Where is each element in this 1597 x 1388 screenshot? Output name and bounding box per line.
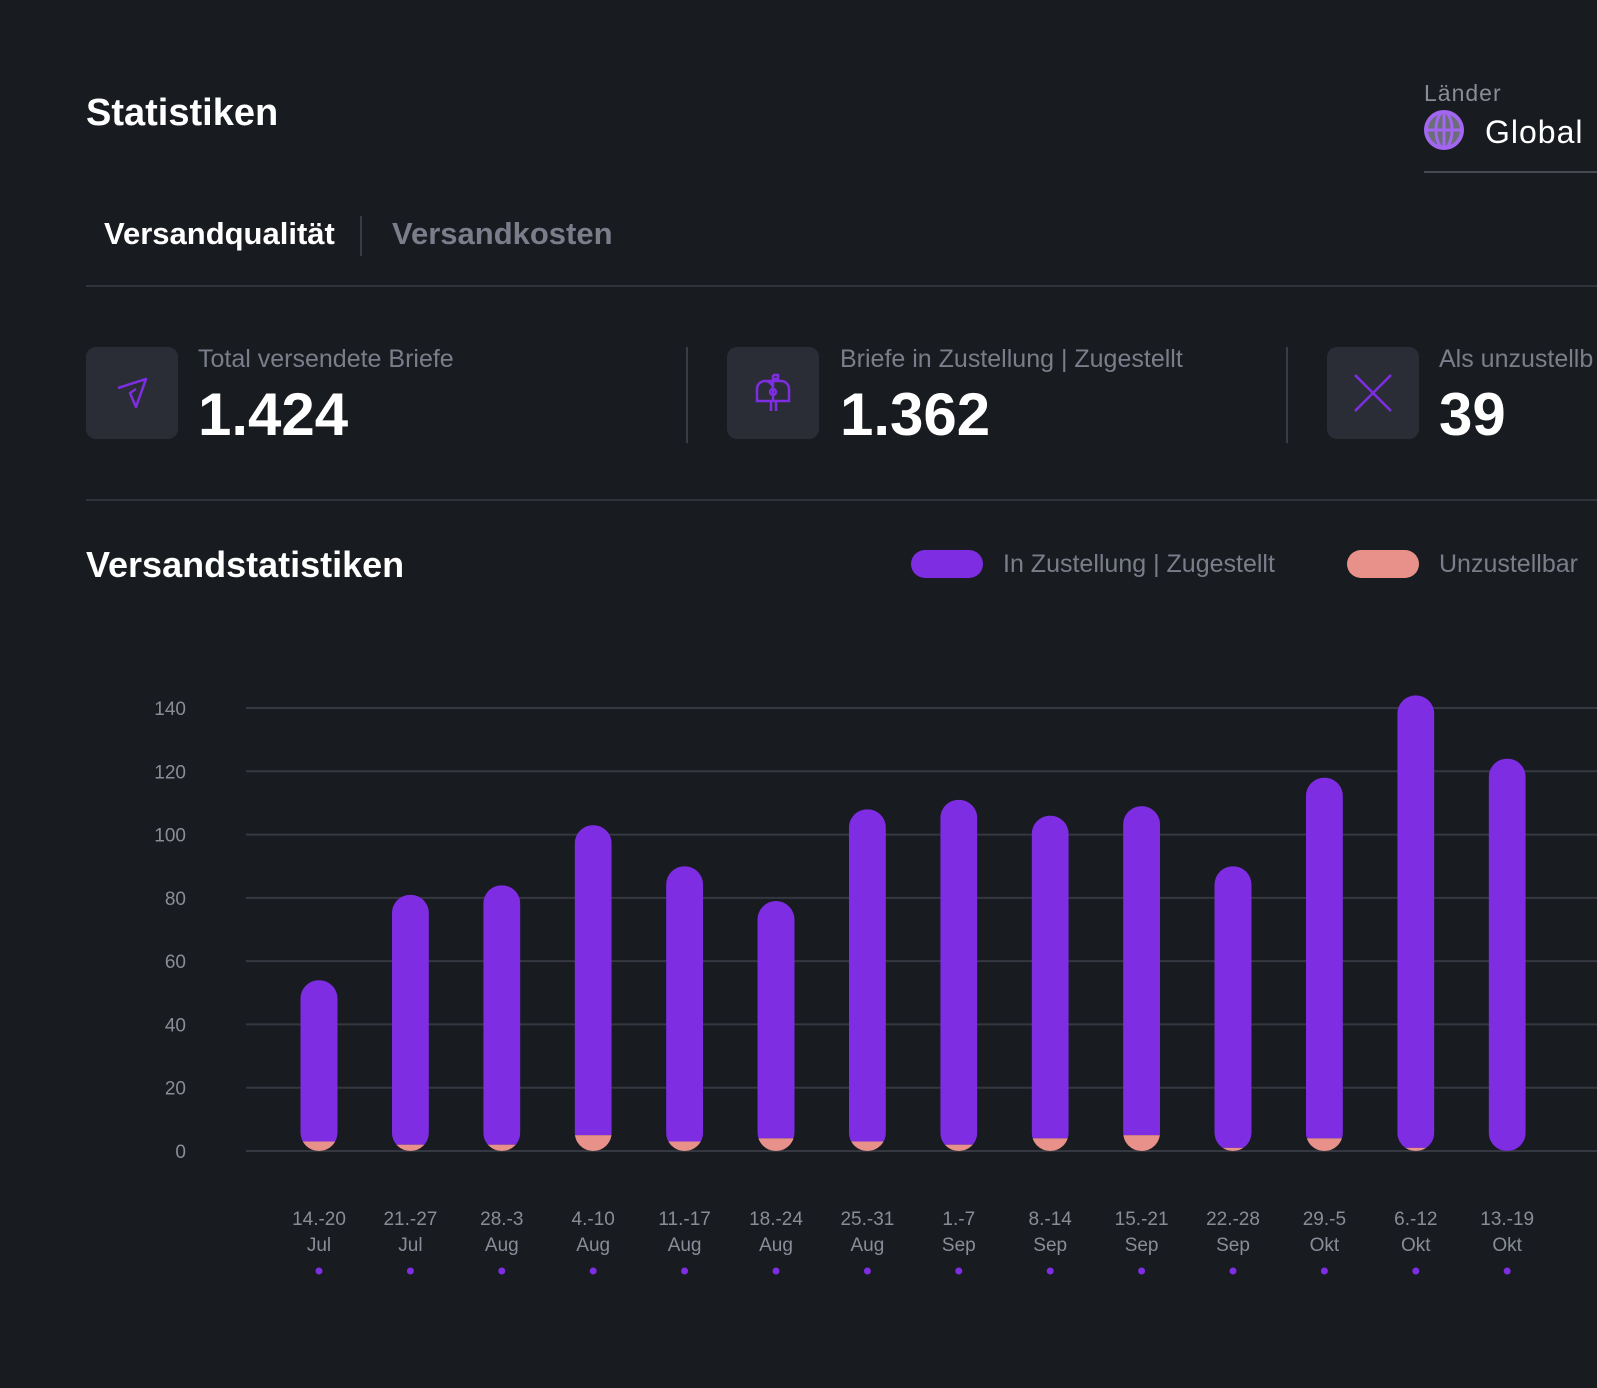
x-tick-dot (498, 1267, 506, 1275)
bar-undeliverable[interactable] (1305, 1138, 1343, 1151)
y-tick-label: 0 (175, 1142, 186, 1163)
bar-delivered[interactable] (574, 825, 612, 1136)
y-tick-label: 140 (154, 699, 186, 720)
x-tick-dot (589, 1267, 597, 1275)
x-tick-label: 8.-14 (1029, 1209, 1073, 1230)
x-tick-month: Sep (942, 1235, 976, 1256)
y-tick-label: 40 (165, 1015, 186, 1036)
bar-delivered[interactable] (1305, 777, 1343, 1139)
y-tick-label: 120 (154, 762, 186, 783)
x-tick-label: 6.-12 (1394, 1209, 1437, 1230)
bar-undeliverable[interactable] (848, 1141, 886, 1151)
bar-undeliverable[interactable] (757, 1138, 795, 1151)
x-tick-label: 18.-24 (749, 1209, 803, 1230)
bar-delivered[interactable] (848, 809, 886, 1142)
bar-delivered[interactable] (1031, 815, 1069, 1139)
x-tick-label: 29.-5 (1303, 1209, 1346, 1230)
x-tick-month: Jul (398, 1235, 422, 1256)
x-tick-dot (681, 1267, 689, 1275)
x-tick-label: 1.-7 (942, 1209, 975, 1230)
x-tick-label: 15.-21 (1115, 1209, 1169, 1230)
x-tick-month: Okt (1401, 1235, 1431, 1256)
bar-delivered[interactable] (391, 894, 429, 1145)
x-tick-month: Aug (576, 1235, 610, 1256)
bar-undeliverable[interactable] (666, 1141, 704, 1151)
x-tick-dot (1320, 1267, 1328, 1275)
x-tick-month: Aug (850, 1235, 884, 1256)
x-tick-label: 14.-20 (292, 1209, 346, 1230)
bar-delivered[interactable] (666, 866, 704, 1142)
x-tick-dot (1412, 1267, 1420, 1275)
bar-delivered[interactable] (300, 980, 338, 1142)
x-tick-dot (772, 1267, 780, 1275)
x-tick-dot (1503, 1267, 1511, 1275)
x-tick-month: Sep (1216, 1235, 1250, 1256)
x-tick-dot (955, 1267, 963, 1275)
x-tick-month: Okt (1310, 1235, 1340, 1256)
x-tick-month: Aug (485, 1235, 519, 1256)
x-tick-month: Jul (307, 1235, 331, 1256)
bar-undeliverable[interactable] (1123, 1135, 1161, 1151)
bar-delivered[interactable] (1123, 806, 1161, 1136)
x-tick-label: 22.-28 (1206, 1209, 1260, 1230)
bar-delivered[interactable] (940, 799, 978, 1145)
x-tick-dot (315, 1267, 323, 1275)
x-tick-month: Sep (1033, 1235, 1067, 1256)
x-tick-month: Aug (759, 1235, 793, 1256)
y-tick-label: 80 (165, 889, 186, 910)
x-tick-label: 21.-27 (383, 1209, 437, 1230)
x-tick-label: 13.-19 (1480, 1209, 1534, 1230)
x-tick-label: 28.-3 (480, 1209, 523, 1230)
x-tick-dot (1046, 1267, 1054, 1275)
x-tick-dot (406, 1267, 414, 1275)
x-tick-label: 25.-31 (840, 1209, 894, 1230)
bar-undeliverable[interactable] (574, 1135, 612, 1151)
y-tick-label: 100 (154, 826, 186, 847)
bar-delivered[interactable] (1214, 866, 1252, 1148)
y-tick-label: 60 (165, 952, 186, 973)
x-tick-month: Sep (1125, 1235, 1159, 1256)
x-tick-month: Okt (1492, 1235, 1522, 1256)
x-tick-month: Aug (668, 1235, 702, 1256)
x-tick-label: 4.-10 (572, 1209, 615, 1230)
y-tick-label: 20 (165, 1079, 186, 1100)
x-tick-dot (863, 1267, 871, 1275)
bar-delivered[interactable] (1397, 695, 1435, 1148)
bar-delivered[interactable] (757, 901, 795, 1139)
x-tick-label: 11.-17 (658, 1209, 710, 1230)
bar-delivered[interactable] (1488, 758, 1526, 1151)
bar-undeliverable[interactable] (300, 1141, 338, 1151)
shipping-chart: 0 20 40 60 80 100 120 140 14.-20 Jul 21.-27 Jul 28.-… (154, 695, 1597, 1275)
x-tick-dot (1229, 1267, 1237, 1275)
bar-undeliverable[interactable] (1031, 1138, 1069, 1151)
x-tick-dot (1138, 1267, 1146, 1275)
bar-delivered[interactable] (483, 885, 521, 1145)
